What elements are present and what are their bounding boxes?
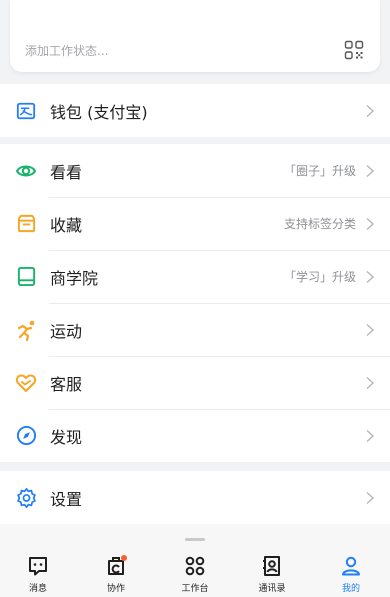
chevron-right-icon <box>366 270 375 283</box>
heart-handshake-icon <box>15 372 37 394</box>
wallet-group: 钱包 (支付宝) <box>0 84 390 137</box>
tab-contacts[interactable]: 通讯录 <box>242 554 302 594</box>
tab-workbench[interactable]: 工作台 <box>165 554 225 594</box>
profile-icon <box>342 556 360 576</box>
eye-icon <box>15 160 37 182</box>
menu-item-label: 运动 <box>50 321 83 341</box>
menu-item-wallet[interactable]: 钱包 (支付宝) <box>0 84 390 137</box>
wallet-icon <box>15 100 37 122</box>
menu-item-business-school[interactable]: 商学院 「学习」升级 <box>0 250 390 303</box>
tab-profile[interactable]: 我的 <box>321 554 381 594</box>
main-menu-group: 看看 「圈子」升级 收藏 支持标签分类 商学院 「学习」升级 运动 客服 发现 <box>0 144 390 462</box>
menu-item-label: 钱包 (支付宝) <box>50 102 148 122</box>
menu-item-label: 看看 <box>50 162 83 182</box>
menu-item-kankan[interactable]: 看看 「圈子」升级 <box>0 144 390 197</box>
book-icon <box>15 266 37 288</box>
tab-label: 协作 <box>106 584 125 594</box>
chevron-right-icon <box>366 429 375 442</box>
add-work-status-input[interactable]: 添加工作状态... <box>25 42 108 59</box>
menu-item-settings[interactable]: 设置 <box>0 471 390 524</box>
menu-item-favorites[interactable]: 收藏 支持标签分类 <box>0 197 390 250</box>
runner-icon <box>15 319 37 341</box>
favorites-box-icon <box>15 213 37 235</box>
menu-item-sports[interactable]: 运动 <box>0 303 390 356</box>
workbench-icon <box>185 556 205 576</box>
bottom-tab-bar: 消息 协作 工作台 通讯录 我的 <box>0 524 390 597</box>
collab-icon <box>108 555 127 575</box>
tab-label: 我的 <box>341 584 360 594</box>
menu-item-label: 收藏 <box>50 215 83 235</box>
chevron-right-icon <box>366 164 375 177</box>
drag-handle[interactable] <box>185 538 205 541</box>
chevron-right-icon <box>366 491 375 504</box>
menu-item-discover[interactable]: 发现 <box>0 409 390 462</box>
message-icon <box>29 557 47 576</box>
menu-item-label: 设置 <box>50 489 83 509</box>
chevron-right-icon <box>366 217 375 230</box>
chevron-right-icon <box>366 376 375 389</box>
settings-group: 设置 <box>0 471 390 524</box>
gear-icon <box>15 487 37 509</box>
chevron-right-icon <box>366 323 375 336</box>
tab-collaboration[interactable]: 协作 <box>86 554 146 594</box>
compass-icon <box>15 425 37 447</box>
menu-item-customer-service[interactable]: 客服 <box>0 356 390 409</box>
contacts-icon <box>263 556 280 576</box>
menu-item-hint: 「学习」升级 <box>283 270 356 284</box>
menu-item-label: 发现 <box>50 427 83 447</box>
menu-item-label: 客服 <box>50 374 83 394</box>
work-status-card: 添加工作状态... <box>10 0 380 72</box>
chevron-right-icon <box>366 104 375 117</box>
menu-item-hint: 「圈子」升级 <box>283 164 356 178</box>
tab-label: 通讯录 <box>258 584 286 594</box>
menu-item-label: 商学院 <box>50 268 99 288</box>
tab-label: 消息 <box>28 584 47 594</box>
tab-messages[interactable]: 消息 <box>8 554 68 594</box>
tab-label: 工作台 <box>181 584 209 594</box>
qr-code-icon[interactable] <box>344 40 364 60</box>
menu-item-hint: 支持标签分类 <box>283 217 356 231</box>
